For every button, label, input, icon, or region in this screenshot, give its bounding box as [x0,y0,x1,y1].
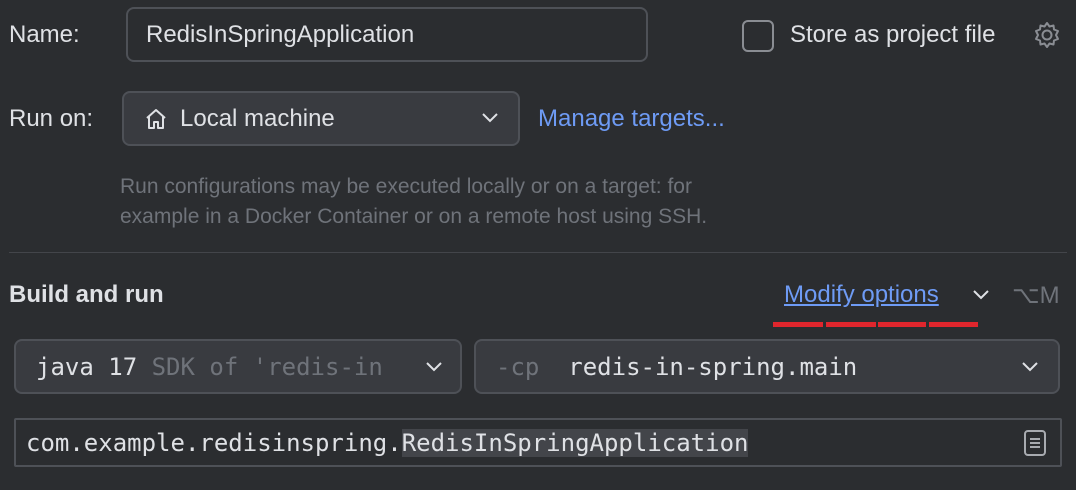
annotation-mark [878,322,926,327]
name-input-value: RedisInSpringApplication [146,20,415,48]
section-divider [9,252,1067,253]
annotation-mark [826,322,876,327]
sdk-value: java 17 [36,352,138,381]
manage-targets-link[interactable]: Manage targets... [538,105,725,133]
chevron-down-icon [482,113,498,123]
modify-options-chevron-icon[interactable] [973,290,989,300]
main-class-input[interactable]: com.example.redisinspring. RedisInSpringA… [14,418,1062,467]
name-label: Name: [9,21,80,48]
run-on-dropdown[interactable]: Local machine [122,91,520,146]
run-on-label: Run on: [9,105,94,132]
run-on-hint-line2: example in a Docker Container or on a re… [120,205,708,228]
browse-icon[interactable] [1024,430,1046,456]
chevron-down-icon [420,362,442,372]
build-and-run-title: Build and run [9,281,164,308]
gear-icon[interactable] [1033,20,1061,50]
main-class-name: RedisInSpringApplication [401,428,749,457]
annotation-mark [773,322,823,327]
annotation-mark [929,322,978,327]
name-input[interactable]: RedisInSpringApplication [126,7,648,62]
home-icon [144,107,168,131]
main-class-package: com.example.redisinspring. [26,428,402,457]
cp-value: redis-in-spring.main [568,352,858,381]
store-label[interactable]: Store as project file [790,21,995,49]
modify-options-link[interactable]: Modify options [784,281,939,309]
run-on-hint-line1: Run configurations may be executed local… [120,175,692,198]
sdk-dropdown[interactable]: java 17 SDK of 'redis-in [14,339,462,394]
cp-flag: -cp [496,352,540,381]
modify-options-shortcut: ⌥M [1012,282,1060,309]
run-on-value: Local machine [180,104,335,132]
chevron-down-icon [1022,362,1038,372]
sdk-description: SDK of 'redis-in [151,352,383,381]
run-on-hint: Run configurations may be executed local… [120,172,707,232]
classpath-dropdown[interactable]: -cp redis-in-spring.main [474,339,1060,394]
store-checkbox[interactable] [742,20,774,52]
